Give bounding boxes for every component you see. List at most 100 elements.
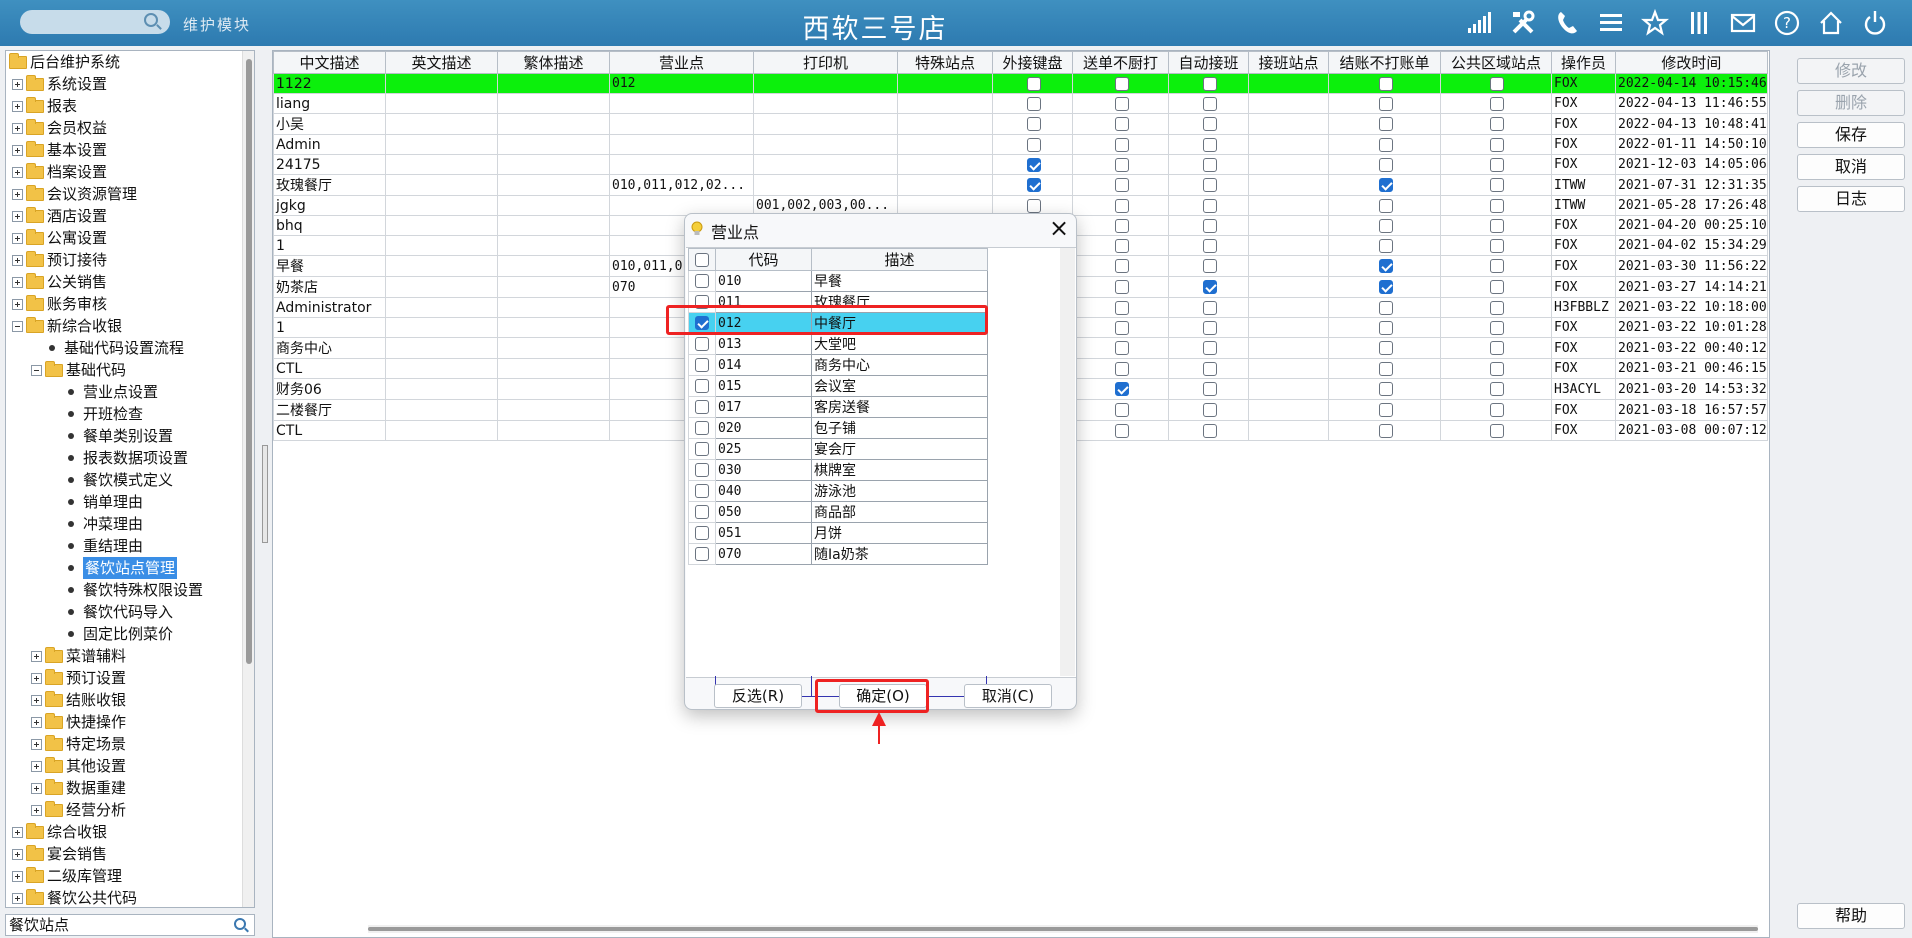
tw-cell[interactable]	[497, 276, 610, 298]
nokit-checkbox[interactable]	[1114, 423, 1129, 438]
nobill-checkbox[interactable]	[1378, 280, 1393, 294]
cn-cell[interactable]: 小吴	[273, 113, 386, 135]
cn-cell[interactable]: bhq	[273, 215, 386, 236]
invert-selection-button[interactable]: 反选(R)	[714, 684, 802, 708]
checkbox-cell[interactable]	[1168, 317, 1249, 338]
checkbox-cell[interactable]	[1168, 134, 1249, 155]
outlet-description[interactable]: 棋牌室	[811, 459, 988, 481]
op-cell[interactable]: FOX	[1551, 358, 1616, 379]
tree-item[interactable]: 其他设置	[31, 755, 126, 777]
expand-icon[interactable]	[31, 716, 42, 728]
checkbox-cell[interactable]	[1440, 255, 1552, 277]
cn-cell[interactable]: Administrator	[273, 297, 386, 318]
tree-item[interactable]: 新综合收银	[12, 315, 122, 337]
outlet-description[interactable]: 宴会厅	[811, 438, 988, 460]
checkbox-cell[interactable]	[1328, 73, 1441, 94]
table-row[interactable]: 24175 FOX 2021-12-03 14:05:06	[273, 154, 1768, 175]
tree-item[interactable]: 基本设置	[12, 139, 107, 161]
outlet-checkbox[interactable]	[695, 547, 709, 561]
checkbox-cell[interactable]	[1072, 358, 1169, 379]
printer-cell[interactable]	[753, 113, 898, 135]
outlet-description[interactable]: 会议室	[811, 375, 988, 397]
nokit-checkbox[interactable]	[1114, 361, 1129, 376]
expand-icon[interactable]	[31, 672, 42, 684]
expand-icon[interactable]	[12, 144, 23, 156]
dialog-cancel-button[interactable]: 取消(C)	[964, 684, 1052, 708]
column-header[interactable]: 中文描述	[273, 51, 386, 74]
cn-cell[interactable]: 1	[273, 235, 386, 256]
en-cell[interactable]	[385, 378, 498, 400]
expand-icon[interactable]	[12, 276, 23, 288]
time-cell[interactable]: 2021-12-03 14:05:06	[1615, 154, 1768, 175]
checkbox-cell[interactable]	[1440, 73, 1552, 94]
en-cell[interactable]	[385, 93, 498, 114]
checkbox-cell[interactable]	[1328, 215, 1441, 236]
cn-cell[interactable]: Admin	[273, 134, 386, 155]
checkbox-cell[interactable]	[1440, 358, 1552, 379]
list-item[interactable]: 030 棋牌室	[688, 459, 988, 481]
tw-cell[interactable]	[497, 235, 610, 256]
collapse-icon[interactable]	[12, 320, 23, 332]
nobill-checkbox[interactable]	[1378, 382, 1393, 396]
checkbox-cell[interactable]	[1072, 337, 1169, 359]
pub-checkbox[interactable]	[1490, 218, 1504, 233]
time-cell[interactable]: 2021-03-22 10:18:00	[1615, 297, 1768, 318]
checkbox-cell[interactable]	[1328, 358, 1441, 379]
scrollbar-thumb[interactable]	[246, 59, 252, 664]
op-cell[interactable]: FOX	[1551, 215, 1616, 236]
tree-item[interactable]: 结账收银	[31, 689, 126, 711]
outlet-code[interactable]: 015	[715, 375, 812, 397]
op-cell[interactable]: ITWW	[1551, 174, 1616, 196]
tw-cell[interactable]	[497, 134, 610, 155]
tree-item[interactable]: 档案设置	[12, 161, 107, 183]
checkbox-cell[interactable]	[1328, 378, 1441, 400]
time-cell[interactable]: 2021-03-20 14:53:32	[1615, 378, 1768, 400]
time-cell[interactable]: 2022-01-11 14:50:10	[1615, 134, 1768, 155]
tree-item[interactable]: 快捷操作	[31, 711, 126, 733]
checkbox-cell[interactable]	[1072, 255, 1169, 277]
checkbox-cell[interactable]	[992, 73, 1073, 94]
op-cell[interactable]: FOX	[1551, 337, 1616, 359]
nobill-checkbox[interactable]	[1378, 96, 1393, 111]
checkbox-cell[interactable]	[1168, 255, 1249, 277]
panel-splitter[interactable]	[262, 445, 268, 543]
tree-item[interactable]: 销单理由	[62, 491, 143, 513]
tree-item[interactable]: 后台维护系统	[9, 51, 120, 73]
nokit-checkbox[interactable]	[1114, 137, 1129, 152]
checkbox-cell[interactable]	[1328, 154, 1441, 175]
outlet-cell[interactable]: 010,011,012,02...	[609, 174, 754, 196]
column-header[interactable]: 公共区域站点	[1440, 51, 1552, 74]
time-cell[interactable]: 2021-04-02 15:34:29	[1615, 235, 1768, 256]
checkbox-cell[interactable]	[1168, 73, 1249, 94]
auto-checkbox[interactable]	[1202, 137, 1217, 152]
outlet-checkbox[interactable]	[695, 400, 709, 414]
pub-checkbox[interactable]	[1490, 300, 1504, 315]
checkbox-cell[interactable]	[1328, 297, 1441, 318]
tree-item[interactable]: 数据重建	[31, 777, 126, 799]
outlet-description[interactable]: 早餐	[811, 270, 988, 292]
en-cell[interactable]	[385, 297, 498, 318]
outlet-code[interactable]: 010	[715, 270, 812, 292]
home-icon[interactable]	[1816, 8, 1846, 38]
op-cell[interactable]: FOX	[1551, 235, 1616, 256]
cn-cell[interactable]: 24175	[273, 154, 386, 175]
special-cell[interactable]	[897, 134, 993, 155]
expand-icon[interactable]	[12, 298, 23, 310]
pub-checkbox[interactable]	[1490, 117, 1504, 131]
list-item[interactable]: 051 月饼	[688, 522, 988, 544]
tw-cell[interactable]	[497, 337, 610, 359]
checkbox-cell[interactable]	[1440, 134, 1552, 155]
pub-checkbox[interactable]	[1490, 137, 1504, 152]
auto-checkbox[interactable]	[1202, 361, 1217, 376]
tree-item[interactable]: 餐饮代码导入	[62, 601, 173, 623]
close-icon[interactable]: ×	[1049, 216, 1069, 240]
printer-cell[interactable]	[753, 174, 898, 196]
checkbox-cell[interactable]	[1440, 337, 1552, 359]
tree-item[interactable]: 餐单类别设置	[62, 425, 173, 447]
nobill-checkbox[interactable]	[1378, 423, 1393, 438]
checkbox-cell[interactable]	[1072, 154, 1169, 175]
checkbox-cell[interactable]	[688, 354, 716, 376]
time-cell[interactable]: 2021-03-30 11:56:22	[1615, 255, 1768, 277]
tw-cell[interactable]	[497, 195, 610, 216]
collapse-icon[interactable]	[31, 364, 42, 376]
